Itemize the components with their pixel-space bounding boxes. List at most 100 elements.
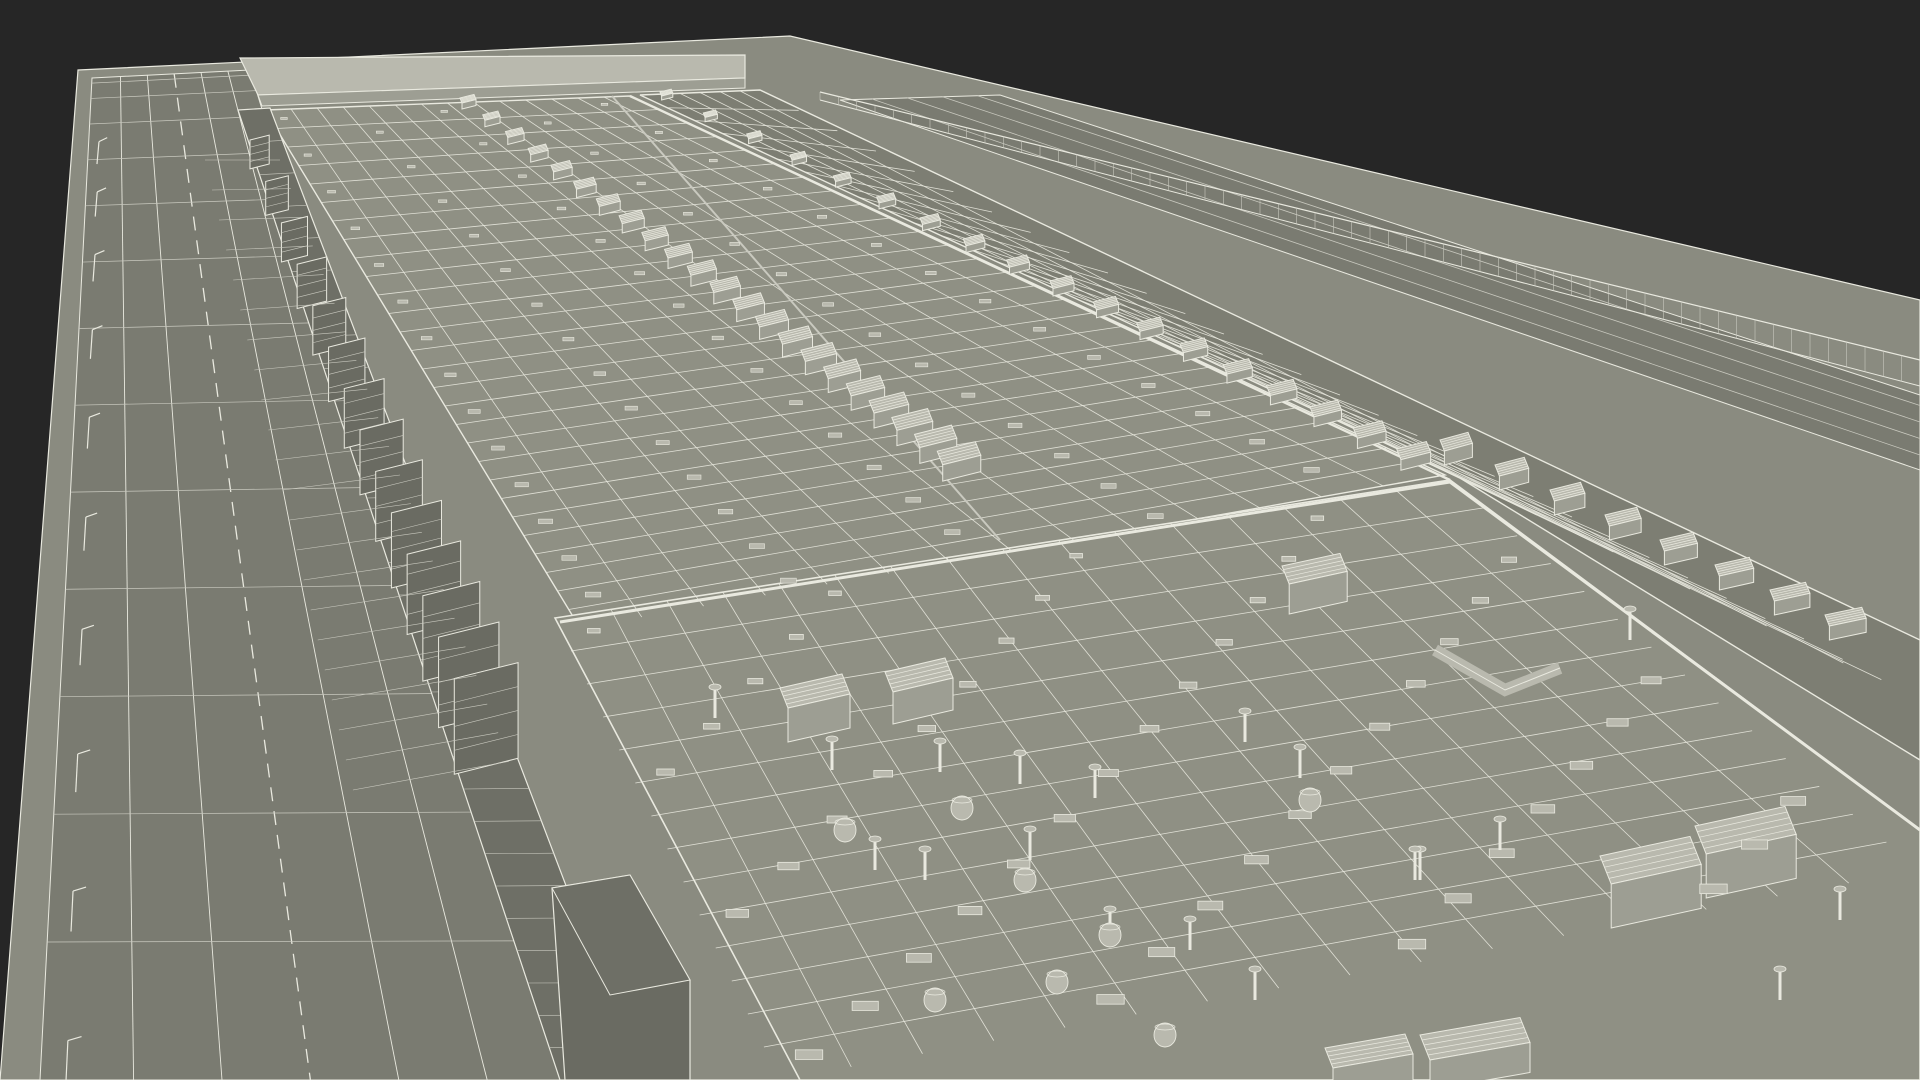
turbine-vent	[923, 987, 947, 1013]
skylight-vent	[686, 474, 702, 480]
skylight-vent	[518, 174, 527, 178]
skylight-vent	[822, 302, 834, 307]
skylight-vent	[1244, 855, 1269, 865]
skylight-vent	[729, 242, 740, 246]
skylight-vent	[1033, 327, 1046, 332]
turbine-vent	[1298, 787, 1322, 813]
skylight-vent	[1699, 883, 1728, 895]
skylight-vent	[917, 725, 936, 733]
skylight-vent	[957, 906, 983, 916]
skylight-vent	[979, 299, 992, 304]
skylight-vent	[1249, 439, 1265, 445]
skylight-vent	[593, 371, 606, 376]
skylight-vent	[915, 362, 929, 368]
skylight-vent	[1069, 553, 1083, 559]
skylight-vent	[1488, 848, 1515, 858]
skylight-vent	[1406, 680, 1426, 688]
skylight-vent	[587, 628, 601, 634]
vent-stack-cap	[1293, 743, 1307, 751]
skylight-vent	[561, 555, 577, 561]
vent-stack-cap	[1088, 763, 1102, 771]
vent-stack-cap	[868, 835, 882, 843]
skylight-vent	[828, 432, 843, 438]
skylight-vent	[562, 337, 575, 342]
skylight-vent	[556, 206, 567, 211]
skylight-vent	[600, 103, 609, 106]
skylight-vent	[866, 464, 882, 470]
skylight-vent	[708, 159, 718, 163]
skylight-vent	[438, 199, 448, 203]
wireframe-render-canvas	[0, 0, 1920, 1080]
skylight-vent	[1569, 760, 1594, 770]
skylight-vent	[749, 543, 765, 549]
turbine-vent	[1153, 1022, 1177, 1048]
skylight-vent	[374, 263, 385, 267]
skylight-vent	[376, 130, 384, 134]
skylight-vent	[444, 372, 457, 377]
skylight-vent	[397, 299, 409, 304]
skylight-vent	[327, 190, 336, 194]
vent-stack-cap	[1103, 905, 1117, 913]
skylight-vent	[763, 187, 773, 191]
vent-stack-cap	[1493, 815, 1507, 823]
vent-stack-cap	[708, 683, 722, 691]
skylight-vent	[1249, 597, 1266, 604]
skylight-vent	[500, 268, 511, 272]
skylight-vent	[1139, 725, 1160, 733]
skylight-vent	[440, 110, 448, 113]
skylight-vent	[280, 117, 288, 120]
skylight-vent	[1780, 796, 1807, 806]
skylight-vent	[1035, 594, 1050, 601]
skylight-vent	[828, 590, 842, 596]
skylight-vent	[1147, 513, 1164, 519]
skylight-vent	[775, 272, 787, 277]
skylight-vent	[1178, 681, 1198, 689]
skylight-vent	[590, 151, 599, 155]
skylight-vent	[789, 400, 803, 406]
turbine-vent	[1098, 922, 1122, 948]
skylight-vent	[303, 153, 312, 157]
vent-stack-cap	[1013, 749, 1027, 757]
skylight-vent	[1303, 467, 1320, 473]
skylight-vent	[1197, 900, 1224, 911]
vent-stack-cap	[1023, 825, 1037, 833]
skylight-vent	[407, 165, 416, 169]
skylight-vent	[794, 1049, 824, 1060]
skylight-vent	[1007, 422, 1023, 428]
vent-stack-cap	[1238, 707, 1252, 715]
skylight-vent	[851, 1000, 879, 1011]
skylight-vent	[1640, 676, 1662, 685]
skylight-vent	[1098, 769, 1119, 777]
skylight-vent	[1281, 555, 1297, 562]
turbine-vent	[950, 795, 974, 821]
skylight-vent	[624, 405, 638, 411]
skylight-vent	[1606, 718, 1629, 727]
skylight-vent	[514, 482, 529, 488]
skylight-vent	[1141, 383, 1156, 388]
skylight-vent	[1054, 453, 1070, 459]
skylight-vent	[703, 722, 721, 730]
turbine-vent	[1045, 969, 1069, 995]
skylight-vent	[350, 226, 360, 230]
turbine-vent	[1013, 867, 1037, 893]
skylight-vent	[1530, 804, 1556, 814]
vent-stack-cap	[1623, 605, 1637, 613]
skylight-vent	[683, 212, 693, 216]
skylight-vent	[491, 445, 505, 451]
skylight-vent	[654, 131, 663, 134]
skylight-vent	[469, 233, 479, 238]
skylight-vent	[1501, 556, 1517, 563]
skylight-vent	[777, 861, 800, 871]
skylight-vent	[538, 518, 553, 524]
skylight-vent	[1741, 839, 1769, 850]
vent-stack-cap	[1773, 965, 1787, 973]
skylight-vent	[1087, 355, 1101, 360]
skylight-vent	[1215, 639, 1233, 646]
skylight-vent	[1310, 515, 1325, 521]
skylight-vent	[961, 392, 976, 398]
turbine-vent	[833, 817, 857, 843]
skylight-vent	[543, 121, 552, 125]
skylight-vent	[634, 271, 645, 276]
skylight-vent	[656, 768, 675, 776]
skylight-vent	[817, 215, 827, 219]
